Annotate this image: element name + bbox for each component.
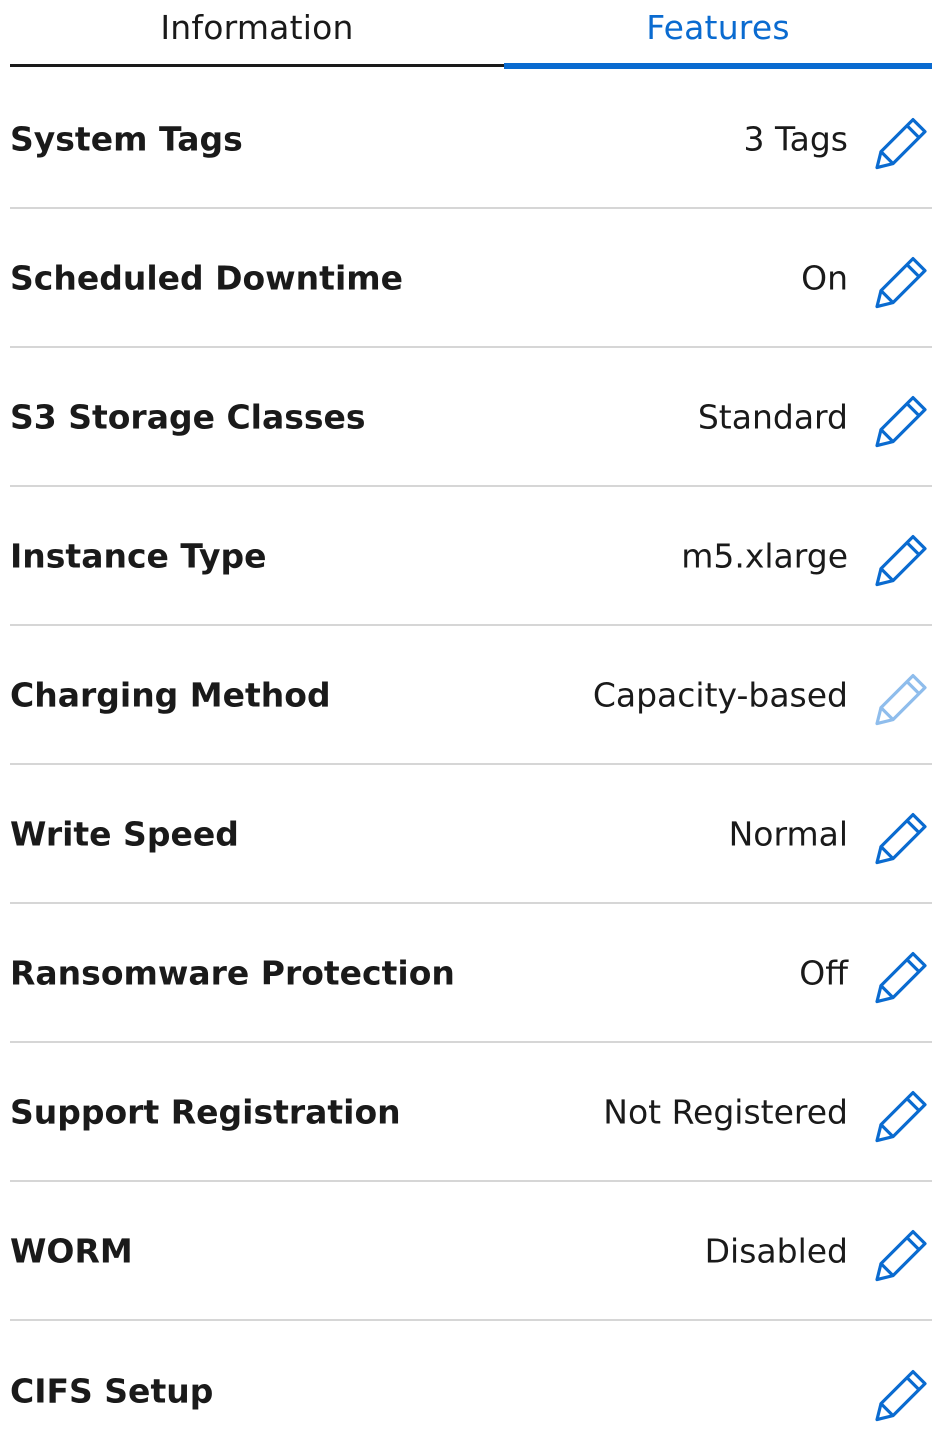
edit-ransomware-protection-button[interactable] — [872, 946, 932, 1006]
feature-label: Ransomware Protection — [10, 953, 455, 992]
tab-bar: Information Features — [10, 0, 932, 70]
feature-value: Disabled — [704, 1231, 848, 1270]
feature-value: Not Registered — [603, 1092, 848, 1131]
tab-information[interactable]: Information — [10, 0, 504, 70]
feature-value: Normal — [728, 814, 848, 853]
feature-list: System Tags 3 Tags Scheduled Downtime On… — [10, 70, 932, 1429]
feature-value: Standard — [697, 397, 848, 436]
feature-label: CIFS Setup — [10, 1371, 214, 1410]
pencil-icon — [875, 673, 927, 725]
feature-label: Write Speed — [10, 814, 239, 853]
feature-row-s3-storage-classes: S3 Storage Classes Standard — [10, 348, 932, 487]
pencil-icon — [875, 1229, 927, 1281]
feature-label: WORM — [10, 1231, 133, 1270]
feature-row-worm: WORM Disabled — [10, 1182, 932, 1321]
pencil-icon — [875, 812, 927, 864]
feature-label: Instance Type — [10, 536, 267, 575]
feature-row-support-registration: Support Registration Not Registered — [10, 1043, 932, 1182]
feature-label: System Tags — [10, 119, 243, 158]
feature-value: Capacity-based — [592, 675, 848, 714]
pencil-icon — [875, 951, 927, 1003]
edit-system-tags-button[interactable] — [872, 112, 932, 172]
feature-value: Off — [799, 953, 848, 992]
feature-row-cifs-setup: CIFS Setup — [10, 1321, 932, 1429]
pencil-icon — [875, 117, 927, 169]
edit-charging-method-button[interactable] — [872, 668, 932, 728]
feature-row-scheduled-downtime: Scheduled Downtime On — [10, 209, 932, 348]
edit-scheduled-downtime-button[interactable] — [872, 251, 932, 311]
feature-label: Scheduled Downtime — [10, 258, 404, 297]
edit-cifs-setup-button[interactable] — [872, 1364, 932, 1424]
edit-s3-storage-classes-button[interactable] — [872, 390, 932, 450]
feature-value: m5.xlarge — [681, 536, 848, 575]
edit-instance-type-button[interactable] — [872, 529, 932, 589]
pencil-icon — [875, 1369, 927, 1421]
features-panel: Information Features System Tags 3 Tags … — [0, 0, 932, 1429]
edit-support-registration-button[interactable] — [872, 1085, 932, 1145]
feature-row-instance-type: Instance Type m5.xlarge — [10, 487, 932, 626]
edit-write-speed-button[interactable] — [872, 807, 932, 867]
pencil-icon — [875, 395, 927, 447]
tab-features[interactable]: Features — [504, 0, 932, 70]
edit-worm-button[interactable] — [872, 1224, 932, 1284]
feature-row-ransomware-protection: Ransomware Protection Off — [10, 904, 932, 1043]
tab-features-active-indicator — [504, 63, 932, 69]
feature-row-write-speed: Write Speed Normal — [10, 765, 932, 904]
feature-row-system-tags: System Tags 3 Tags — [10, 70, 932, 209]
feature-row-charging-method: Charging Method Capacity-based — [10, 626, 932, 765]
feature-label: Support Registration — [10, 1092, 401, 1131]
feature-value: 3 Tags — [743, 119, 848, 158]
pencil-icon — [875, 256, 927, 308]
pencil-icon — [875, 1090, 927, 1142]
tab-features-label: Features — [646, 8, 790, 47]
tab-information-label: Information — [160, 8, 354, 47]
feature-label: S3 Storage Classes — [10, 397, 366, 436]
feature-value: On — [801, 258, 848, 297]
feature-label: Charging Method — [10, 675, 331, 714]
tab-information-underline — [10, 64, 504, 67]
pencil-icon — [875, 534, 927, 586]
